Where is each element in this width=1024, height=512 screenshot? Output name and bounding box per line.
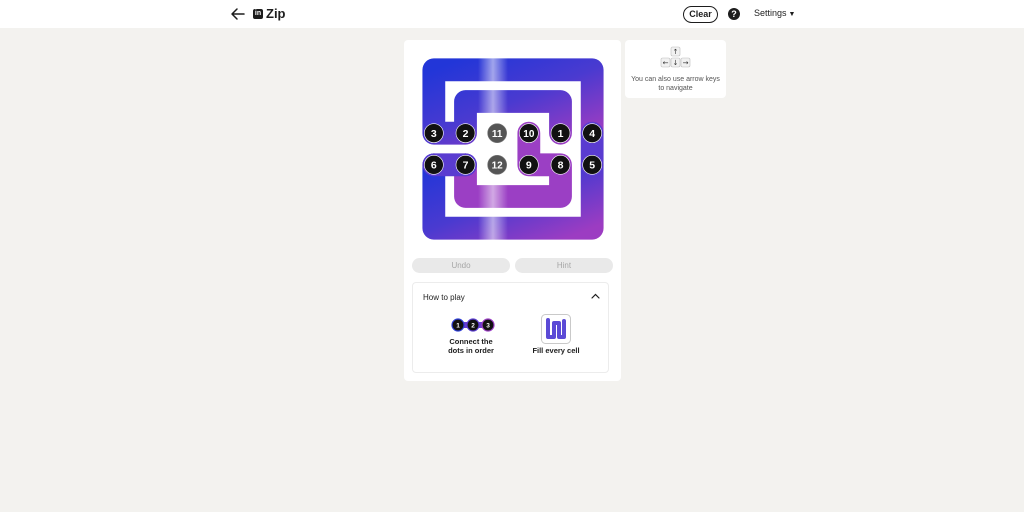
settings-label: Settings <box>754 8 787 18</box>
rule-connect-dots: Connect the dots in order <box>448 337 494 355</box>
dot-label: 10 <box>523 129 535 140</box>
example-dot-3: 3 <box>481 318 495 332</box>
dot-3[interactable]: 3 <box>424 123 444 143</box>
arrow-keys-icon: ↑ ← ↓ → <box>660 46 691 68</box>
dot-label: 9 <box>526 159 532 171</box>
back-arrow-icon[interactable] <box>229 5 247 23</box>
keyboard-tip-text: You can also use arrow keys to navigate <box>631 76 720 92</box>
settings-menu-button[interactable]: Settings ▼ <box>754 8 795 18</box>
dot-11[interactable]: 11 <box>487 123 507 143</box>
connect-dots-illustration: 1 2 3 <box>451 318 495 332</box>
board-background <box>418 54 608 244</box>
dot-label: 4 <box>589 128 595 140</box>
dot-label: 12 <box>492 160 504 171</box>
example-dot-1: 1 <box>451 318 465 332</box>
dot-1[interactable]: 1 <box>550 123 571 143</box>
dot-label: 6 <box>431 159 437 171</box>
svg-text:↑: ↑ <box>673 48 679 56</box>
dot-label: 2 <box>463 128 469 140</box>
dot-label: 1 <box>558 128 564 140</box>
dot-label: 8 <box>558 159 564 171</box>
path-shimmer <box>478 54 508 244</box>
dot-label: 5 <box>589 159 595 171</box>
clear-button[interactable]: Clear <box>683 6 718 23</box>
dot-8[interactable]: 8 <box>550 155 571 175</box>
dot-7[interactable]: 7 <box>455 155 476 175</box>
dot-9[interactable]: 9 <box>519 155 539 175</box>
how-to-play-panel: How to play 1 2 3 Connect the dots in orde… <box>412 282 609 373</box>
dot-4[interactable]: 4 <box>582 123 602 143</box>
help-icon[interactable]: ? <box>728 8 740 20</box>
svg-text:←: ← <box>663 59 669 67</box>
svg-text:3: 3 <box>486 322 490 329</box>
how-to-play-title: How to play <box>423 293 465 302</box>
dot-label: 3 <box>431 128 437 140</box>
dot-10[interactable]: 10 <box>519 123 539 143</box>
dot-label: 11 <box>492 129 503 140</box>
svg-text:→: → <box>683 59 689 67</box>
page-title: Zip <box>266 6 286 21</box>
caret-down-icon: ▼ <box>788 11 796 18</box>
fill-grid-icon <box>541 314 571 344</box>
dot-5[interactable]: 5 <box>582 155 602 175</box>
top-bar: in Zip Clear ? Settings ▼ <box>0 0 1024 28</box>
example-dot-2: 2 <box>466 318 480 332</box>
dot-6[interactable]: 6 <box>424 155 444 175</box>
svg-text:↓: ↓ <box>673 59 679 67</box>
dot-2[interactable]: 2 <box>455 123 476 143</box>
hint-button[interactable]: Hint <box>515 258 613 273</box>
zip-board[interactable]: 123 456 7 89101112 <box>418 54 608 244</box>
rule-fill-every-cell: Fill every cell <box>532 346 580 355</box>
dot-label: 7 <box>463 159 469 171</box>
linkedin-logo-icon: in <box>253 9 263 19</box>
dot-12[interactable]: 12 <box>487 155 507 175</box>
svg-text:1: 1 <box>456 322 460 329</box>
chevron-up-icon[interactable] <box>590 292 601 301</box>
undo-button[interactable]: Undo <box>412 258 510 273</box>
svg-text:2: 2 <box>471 322 475 329</box>
